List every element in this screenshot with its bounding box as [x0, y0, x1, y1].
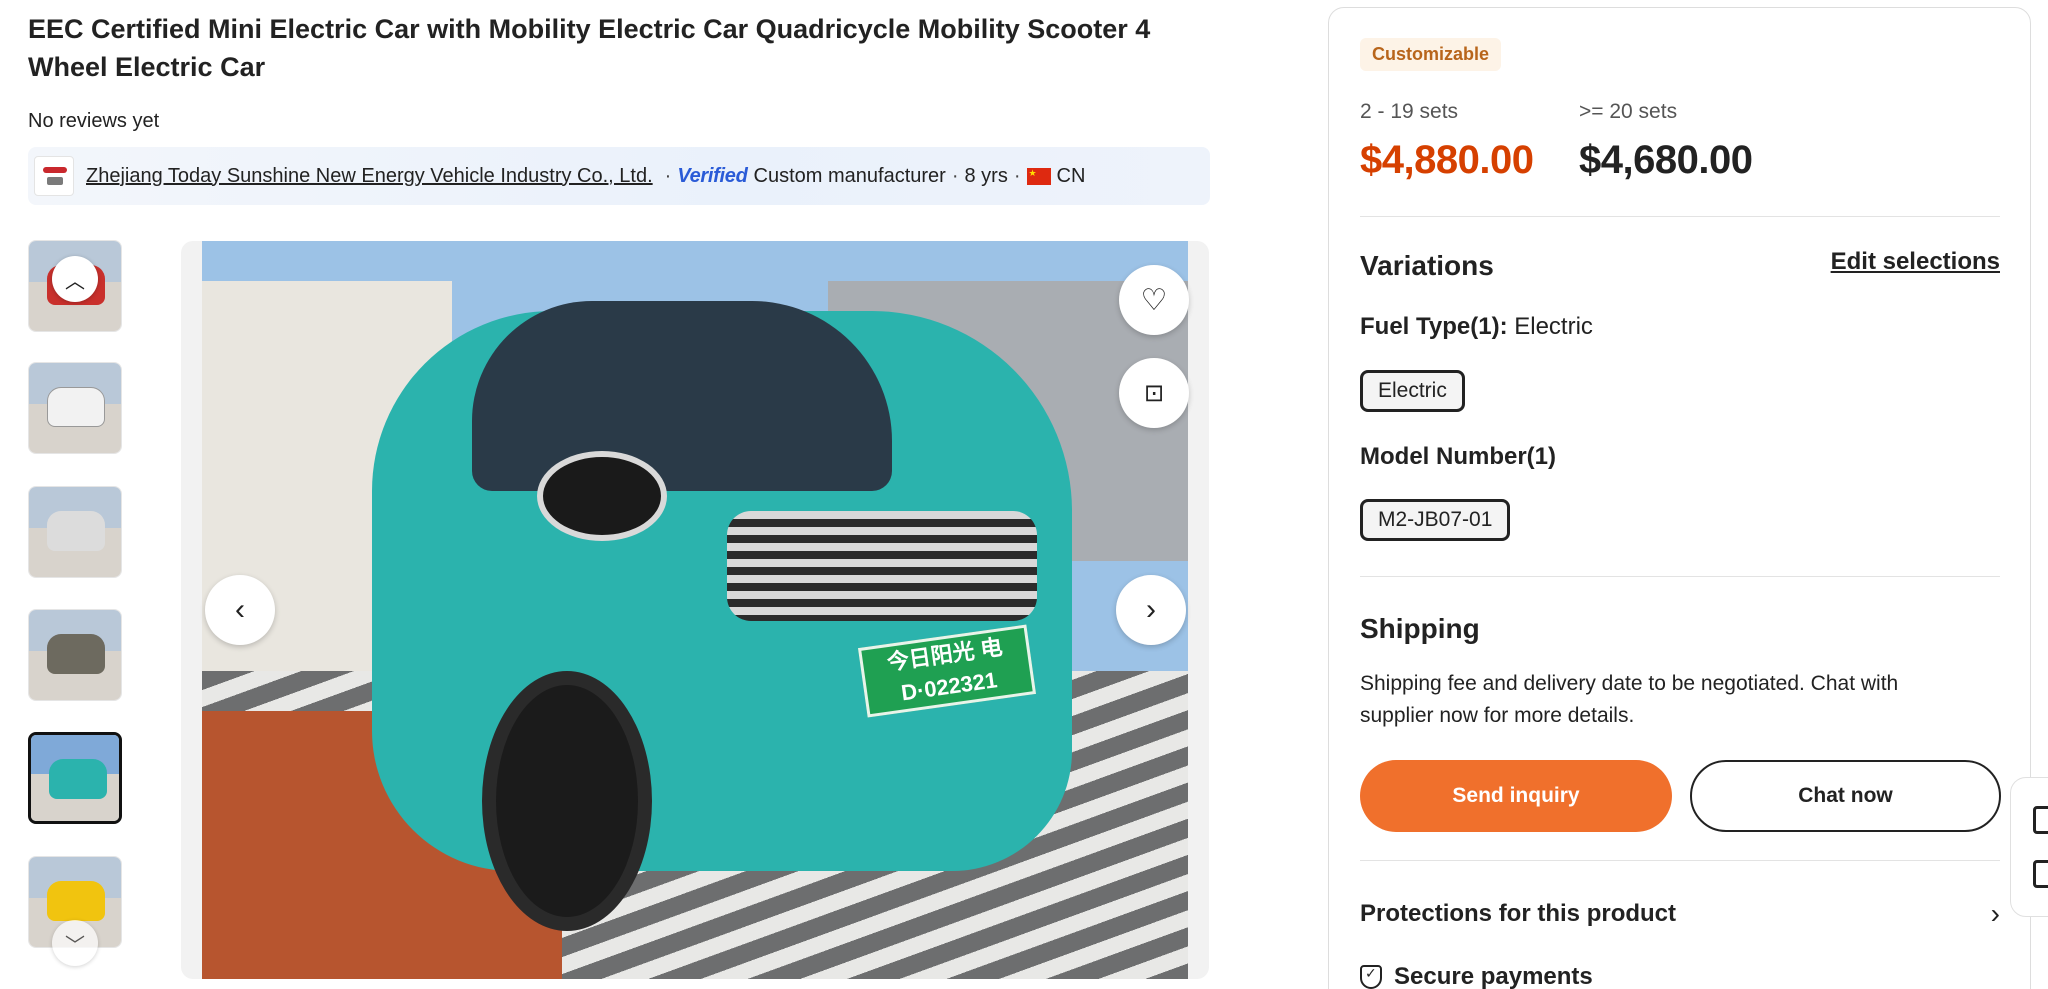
message-icon[interactable]: [2033, 806, 2048, 834]
shield-check-icon: [1360, 965, 1382, 989]
model-number-label: Model Number(1): [1360, 443, 1557, 470]
product-title: EEC Certified Mini Electric Car with Mob…: [28, 14, 1151, 82]
thumbnail-3[interactable]: [28, 486, 122, 578]
china-flag-icon: [1026, 167, 1051, 185]
chat-now-button[interactable]: Chat now: [1690, 760, 2001, 832]
protections-title: Protections for this product: [1360, 900, 1677, 927]
heart-icon: ♡: [1140, 283, 1168, 317]
favorite-button[interactable]: ♡: [1119, 265, 1189, 335]
verified-badge[interactable]: Verified: [677, 165, 748, 188]
fuel-type-key: Fuel Type(1):: [1360, 313, 1508, 340]
model-number-option[interactable]: M2-JB07-01: [1360, 499, 1511, 541]
fuel-type-value: Electric: [1514, 313, 1593, 340]
chevron-down-icon: ﹀: [65, 934, 85, 957]
fuel-type-label: Fuel Type(1): Electric: [1360, 313, 1593, 341]
reviews-count: No reviews yet: [28, 110, 160, 132]
tier-range: 2 - 19 sets: [1360, 100, 1459, 123]
chevron-left-icon: ‹: [235, 593, 245, 626]
image-search-button[interactable]: ⊡: [1119, 358, 1189, 428]
price-tier-1: 2 - 19 sets $4,880.00: [1360, 100, 1534, 183]
separator: ·: [1013, 164, 1021, 187]
next-image-button[interactable]: ›: [1116, 575, 1186, 645]
shipping-title: Shipping: [1360, 613, 1480, 644]
purchase-panel: Customizable 2 - 19 sets $4,880.00 >= 20…: [1328, 7, 2031, 989]
separator: ·: [951, 164, 959, 187]
secure-payments-row: Secure payments: [1360, 963, 1593, 989]
supplier-bar: Zhejiang Today Sunshine New Energy Vehic…: [28, 147, 1210, 205]
thumbnail-scroll-down-button[interactable]: ﹀: [52, 920, 98, 966]
customizable-badge: Customizable: [1360, 38, 1502, 71]
divider: [1360, 576, 2000, 577]
fuel-type-option-electric[interactable]: Electric: [1360, 370, 1465, 412]
supplier-name-link[interactable]: Zhejiang Today Sunshine New Energy Vehic…: [86, 165, 653, 188]
contact-icon[interactable]: [2033, 860, 2048, 888]
secure-payments-label: Secure payments: [1394, 963, 1593, 989]
product-photo: 今日阳光 电D·022321: [202, 241, 1188, 979]
shipping-text: Shipping fee and delivery date to be neg…: [1360, 672, 1899, 727]
tier-price: $4,880.00: [1360, 138, 1534, 182]
separator: ·: [664, 164, 672, 187]
thumbnail-2[interactable]: [28, 362, 122, 454]
tier-range: >= 20 sets: [1579, 100, 1678, 123]
thumbnail-5[interactable]: [28, 732, 122, 824]
edit-selections-link[interactable]: Edit selections: [1831, 248, 2000, 276]
protections-row[interactable]: Protections for this product ›: [1360, 898, 2000, 929]
variations-title: Variations: [1360, 250, 1494, 281]
main-product-image[interactable]: 今日阳光 电D·022321 ♡ ⊡ ‹ ›: [181, 241, 1209, 979]
image-search-icon: ⊡: [1143, 379, 1165, 407]
chevron-right-icon: ›: [1146, 593, 1156, 626]
previous-image-button[interactable]: ‹: [205, 575, 275, 645]
supplier-years: 8 yrs: [964, 164, 1008, 187]
supplier-country: CN: [1056, 164, 1086, 187]
floating-tool-bar: [2010, 777, 2048, 917]
thumbnail-4[interactable]: [28, 609, 122, 701]
thumbnail-strip: ︿ ﹀: [28, 240, 124, 966]
send-inquiry-button[interactable]: Send inquiry: [1360, 760, 1672, 832]
tier-price: $4,680.00: [1579, 138, 1753, 182]
supplier-type: Custom manufacturer: [753, 164, 946, 187]
divider: [1360, 860, 2000, 861]
thumbnail-scroll-up-button[interactable]: ︿: [52, 256, 98, 302]
chevron-right-icon: ›: [1990, 898, 2000, 929]
chevron-up-icon: ︿: [65, 270, 85, 293]
supplier-logo[interactable]: [34, 156, 74, 196]
price-tier-2: >= 20 sets $4,680.00: [1579, 100, 1753, 183]
divider: [1360, 216, 2000, 217]
